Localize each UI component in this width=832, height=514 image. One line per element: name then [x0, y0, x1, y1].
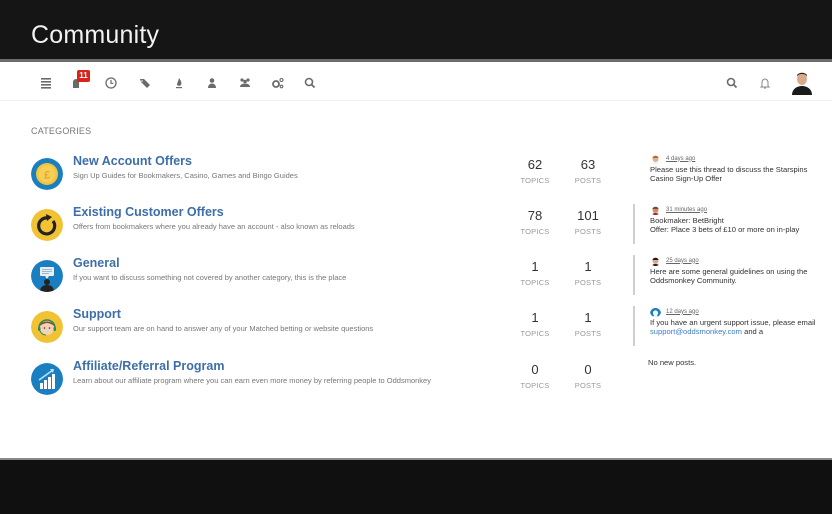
- topics-number: 1: [531, 310, 539, 325]
- recent-post[interactable]: 12 days ago If you have an urgent suppor…: [633, 306, 828, 346]
- post-preview-line: Offer: Place 3 bets of £10 or more on in…: [650, 225, 800, 234]
- category-description: Sign Up Guides for Bookmakers, Casino, G…: [73, 171, 298, 180]
- topics-count: 0 TOPICS: [505, 362, 565, 390]
- topics-label: TOPICS: [520, 176, 550, 185]
- page: Community 11 CATEGORIES £ New Account Of…: [0, 0, 832, 514]
- tags-icon[interactable]: [137, 75, 153, 91]
- groups-icon[interactable]: [237, 75, 253, 91]
- topics-count: 62 TOPICS: [505, 157, 565, 185]
- category-description: Offers from bookmakers where you already…: [73, 222, 355, 231]
- posts-label: POSTS: [574, 329, 602, 338]
- post-preview: Please use this thread to discuss the St…: [650, 165, 808, 183]
- posts-count: 1 POSTS: [558, 310, 618, 338]
- posts-number: 0: [584, 362, 592, 377]
- post-preview: If you have an urgent support issue, ple…: [650, 318, 828, 336]
- page-title: Community: [31, 21, 160, 49]
- post-time-link[interactable]: 12 days ago: [666, 309, 699, 315]
- posts-count: 1 POSTS: [558, 259, 618, 287]
- popular-fire-icon[interactable]: [171, 75, 187, 91]
- topics-label: TOPICS: [520, 227, 550, 236]
- category-row: Existing Customer Offers Offers from boo…: [0, 204, 832, 256]
- category-description: Our support team are on hand to answer a…: [73, 324, 374, 333]
- posts-count: 63 POSTS: [558, 157, 618, 185]
- no-posts-text: No new posts.: [648, 358, 697, 367]
- speech-person-icon[interactable]: [31, 260, 63, 292]
- notifications-bell-icon[interactable]: [757, 75, 773, 91]
- posts-number: 1: [584, 259, 592, 274]
- topics-number: 0: [531, 362, 539, 377]
- posts-number: 1: [584, 310, 592, 325]
- category-title[interactable]: Affiliate/Referral Program: [73, 359, 224, 373]
- category-row: Support Our support team are on hand to …: [0, 306, 832, 358]
- post-preview-text: If you have an urgent support issue, ple…: [650, 318, 816, 327]
- topics-label: TOPICS: [520, 278, 550, 287]
- topics-number: 78: [527, 208, 543, 223]
- header: Community: [0, 0, 832, 62]
- growth-chart-icon[interactable]: [31, 363, 63, 395]
- search-icon[interactable]: [302, 75, 318, 91]
- poster-avatar[interactable]: [650, 204, 661, 215]
- posts-count: 0 POSTS: [558, 362, 618, 390]
- post-time-link[interactable]: 25 days ago: [666, 258, 699, 264]
- topics-number: 1: [531, 259, 539, 274]
- post-time-link[interactable]: 4 days ago: [666, 156, 695, 162]
- posts-count: 101 POSTS: [558, 208, 618, 236]
- navbar: 11: [0, 65, 832, 101]
- posts-label: POSTS: [574, 176, 602, 185]
- posts-label: POSTS: [574, 278, 602, 287]
- posts-number: 63: [580, 157, 596, 172]
- recent-post: No new posts.: [648, 358, 832, 398]
- category-row: Affiliate/Referral Program Learn about o…: [0, 358, 832, 410]
- footer: [0, 458, 832, 514]
- category-description: If you want to discuss something not cov…: [73, 273, 347, 282]
- posts-label: POSTS: [574, 381, 602, 390]
- topics-number: 62: [527, 157, 543, 172]
- recent-post[interactable]: 4 days ago Please use this thread to dis…: [635, 153, 830, 193]
- category-title[interactable]: New Account Offers: [73, 154, 192, 168]
- right-search-icon[interactable]: [724, 75, 740, 91]
- posts-number: 101: [577, 208, 599, 223]
- reload-icon[interactable]: [31, 209, 63, 241]
- post-time-link[interactable]: 31 minutes ago: [666, 207, 707, 213]
- category-row: General If you want to discuss something…: [0, 255, 832, 307]
- topics-count: 78 TOPICS: [505, 208, 565, 236]
- categories-heading: CATEGORIES: [31, 126, 92, 136]
- topics-count: 1 TOPICS: [505, 310, 565, 338]
- topics-label: TOPICS: [520, 329, 550, 338]
- posts-label: POSTS: [574, 227, 602, 236]
- recent-post[interactable]: 25 days ago Here are some general guidel…: [633, 255, 828, 295]
- recent-post[interactable]: 31 minutes ago Bookmaker: BetBright Offe…: [633, 204, 828, 244]
- recent-clock-icon[interactable]: [103, 75, 119, 91]
- post-preview-line: Bookmaker: BetBright: [650, 216, 724, 225]
- categories-list-icon[interactable]: [38, 75, 54, 91]
- unread-badge: 11: [77, 70, 90, 82]
- topics-count: 1 TOPICS: [505, 259, 565, 287]
- admin-cogs-icon[interactable]: [270, 75, 286, 91]
- svg-text:£: £: [44, 170, 50, 182]
- category-title[interactable]: Existing Customer Offers: [73, 205, 224, 219]
- category-title[interactable]: Support: [73, 307, 121, 321]
- post-preview: Here are some general guidelines on usin…: [650, 267, 808, 285]
- post-preview-text: and a: [742, 327, 764, 336]
- poster-avatar[interactable]: [650, 306, 661, 317]
- poster-avatar[interactable]: [650, 153, 661, 164]
- poster-avatar[interactable]: [650, 255, 661, 266]
- unread-icon[interactable]: 11: [69, 70, 90, 91]
- support-email-link[interactable]: support@oddsmonkey.com: [650, 327, 742, 336]
- category-row: £ New Account Offers Sign Up Guides for …: [0, 153, 832, 205]
- post-preview: Bookmaker: BetBright Offer: Place 3 bets…: [650, 216, 828, 234]
- user-avatar[interactable]: [791, 71, 813, 95]
- category-description: Learn about our affiliate program where …: [73, 376, 431, 385]
- topics-label: TOPICS: [520, 381, 550, 390]
- category-title[interactable]: General: [73, 256, 120, 270]
- headset-agent-icon[interactable]: [31, 311, 63, 343]
- user-icon[interactable]: [204, 75, 220, 91]
- pound-coin-icon[interactable]: £: [31, 158, 63, 190]
